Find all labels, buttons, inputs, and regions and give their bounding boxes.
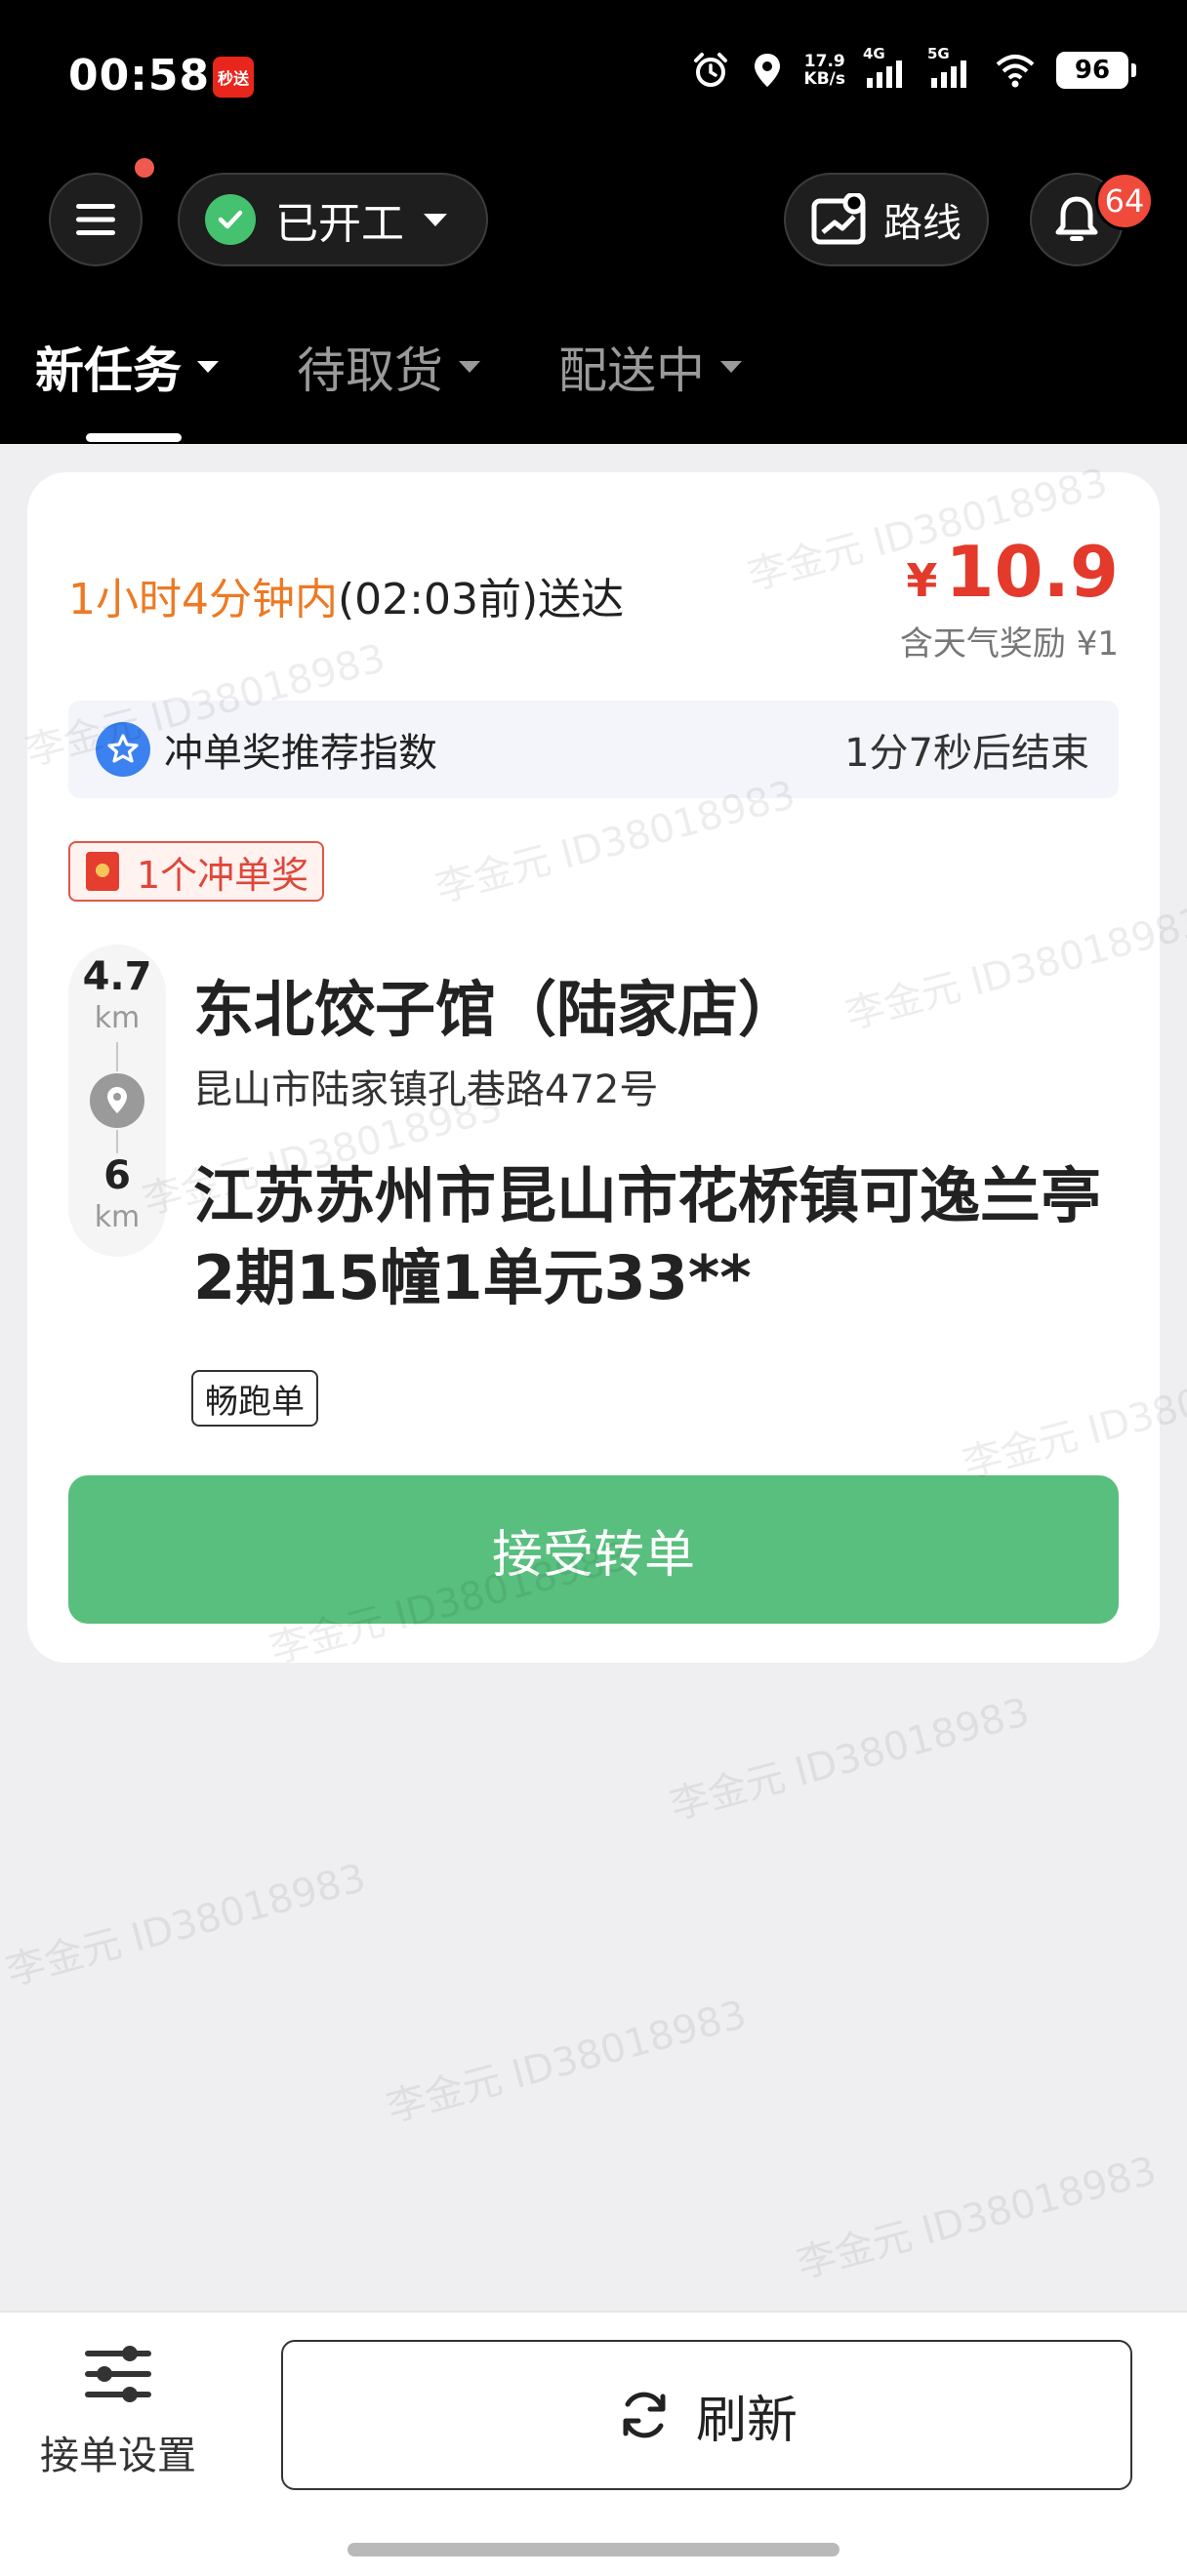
route-line xyxy=(116,1130,118,1153)
delivery-time-highlight: 1小时4分钟内 xyxy=(68,575,338,624)
menu-icon xyxy=(76,204,115,235)
location-pin-icon xyxy=(90,1073,144,1128)
route-label: 路线 xyxy=(883,201,962,246)
signal-4g-icon: 4G xyxy=(863,45,910,90)
bottom-bar: 接单设置 刷新 xyxy=(0,2311,1187,2576)
watermark: 李金元 ID38018983 xyxy=(665,1689,1035,1830)
star-badge-icon xyxy=(96,722,150,777)
watermark: 李金元 ID38018983 xyxy=(382,1992,752,2132)
chevron-down-icon xyxy=(720,361,742,373)
delivery-distance: 6 xyxy=(103,1153,131,1198)
boost-recommendation-bar[interactable]: 冲单奖推荐指数 1分7秒后结束 xyxy=(68,701,1119,798)
chevron-down-icon xyxy=(424,213,447,226)
netspeed: 17.9 KB/s xyxy=(804,53,845,88)
route-line xyxy=(116,1042,118,1071)
top-header: 00:58 秒送 17.9 KB/s 4G 5G 96 已开工 路线 64 新任… xyxy=(0,0,1187,444)
chevron-down-icon xyxy=(459,361,480,373)
bell-icon xyxy=(1055,196,1098,241)
tab-delivering[interactable]: 配送中 xyxy=(558,332,742,402)
shop-address: 昆山市陆家镇孔巷路472号 xyxy=(193,1067,659,1112)
pickup-distance: 4.7 xyxy=(82,954,152,999)
boost-countdown: 1分7秒后结束 xyxy=(844,731,1089,776)
check-icon xyxy=(205,194,256,245)
order-type-tag: 畅跑单 xyxy=(191,1370,318,1427)
location-icon xyxy=(754,54,780,87)
work-status-label: 已开工 xyxy=(275,199,404,249)
app-badge-icon: 秒送 xyxy=(213,57,254,98)
watermark: 李金元 ID38018983 xyxy=(792,2148,1162,2288)
pickup-distance-unit: km xyxy=(94,1001,141,1035)
tab-label: 待取货 xyxy=(297,342,443,399)
refresh-button[interactable]: 刷新 xyxy=(281,2340,1132,2490)
wifi-icon xyxy=(996,55,1035,88)
refresh-icon xyxy=(623,2392,666,2438)
boost-label: 冲单奖推荐指数 xyxy=(164,731,437,776)
watermark: 李金元 ID38018983 xyxy=(1,1855,371,1995)
order-card[interactable]: 1小时4分钟内(02:03前)送达 ¥ 10.9 含天气奖励 ¥1 冲单奖推荐指… xyxy=(27,472,1160,1663)
tab-pending-pickup[interactable]: 待取货 xyxy=(297,332,480,402)
weather-bonus: 含天气奖励 ¥1 xyxy=(899,624,1119,664)
status-icons: 17.9 KB/s 4G 5G 96 xyxy=(691,45,1136,90)
shop-name: 东北饺子馆（陆家店） xyxy=(193,974,799,1045)
notification-count-badge: 64 xyxy=(1095,172,1154,230)
order-settings-label: 接单设置 xyxy=(40,2434,196,2478)
sliders-icon xyxy=(85,2346,151,2402)
chevron-down-icon xyxy=(197,361,219,373)
home-indicator[interactable] xyxy=(348,2543,839,2556)
price-amount: 10.9 xyxy=(945,531,1119,613)
signal-4g-label: 4G xyxy=(863,45,885,62)
active-tab-indicator xyxy=(86,433,182,442)
red-packet-icon xyxy=(86,852,119,891)
work-status-dropdown[interactable]: 已开工 xyxy=(178,173,488,266)
battery-indicator: 96 xyxy=(1056,52,1136,89)
bonus-tag: 1个冲单奖 xyxy=(68,841,325,902)
netspeed-value: 17.9 xyxy=(803,52,845,71)
route-distance-column: 4.7 km 6 km xyxy=(68,945,166,1257)
signal-5g-label: 5G xyxy=(927,45,950,62)
currency-symbol: ¥ xyxy=(906,554,938,607)
bonus-label: 1个冲单奖 xyxy=(137,853,309,897)
status-time: 00:58 xyxy=(68,51,211,101)
delivery-deadline: 1小时4分钟内(02:03前)送达 xyxy=(68,564,624,626)
order-settings-button[interactable]: 接单设置 xyxy=(35,2342,201,2480)
signal-5g-icon: 5G xyxy=(927,45,974,90)
alarm-icon xyxy=(693,53,727,87)
netspeed-unit: KB/s xyxy=(803,69,845,89)
tab-new-task[interactable]: 新任务 xyxy=(35,332,219,402)
destination-address: 江苏苏州市昆山市花桥镇可逸兰亭2期15幢1单元33** xyxy=(193,1160,1102,1313)
accept-transfer-button[interactable]: 接受转单 xyxy=(68,1475,1119,1624)
refresh-label: 刷新 xyxy=(695,2391,798,2450)
tab-label: 新任务 xyxy=(35,342,182,399)
delivery-time-rest: (02:03前)送达 xyxy=(338,575,625,624)
task-tabs: 新任务 待取货 配送中 xyxy=(35,332,742,402)
tab-label: 配送中 xyxy=(558,342,705,399)
menu-notification-dot xyxy=(135,158,154,178)
route-button[interactable]: 路线 xyxy=(784,173,989,266)
order-price: ¥ 10.9 xyxy=(906,531,1119,613)
delivery-distance-unit: km xyxy=(94,1200,141,1234)
menu-button[interactable] xyxy=(49,173,143,266)
map-icon xyxy=(811,193,866,245)
